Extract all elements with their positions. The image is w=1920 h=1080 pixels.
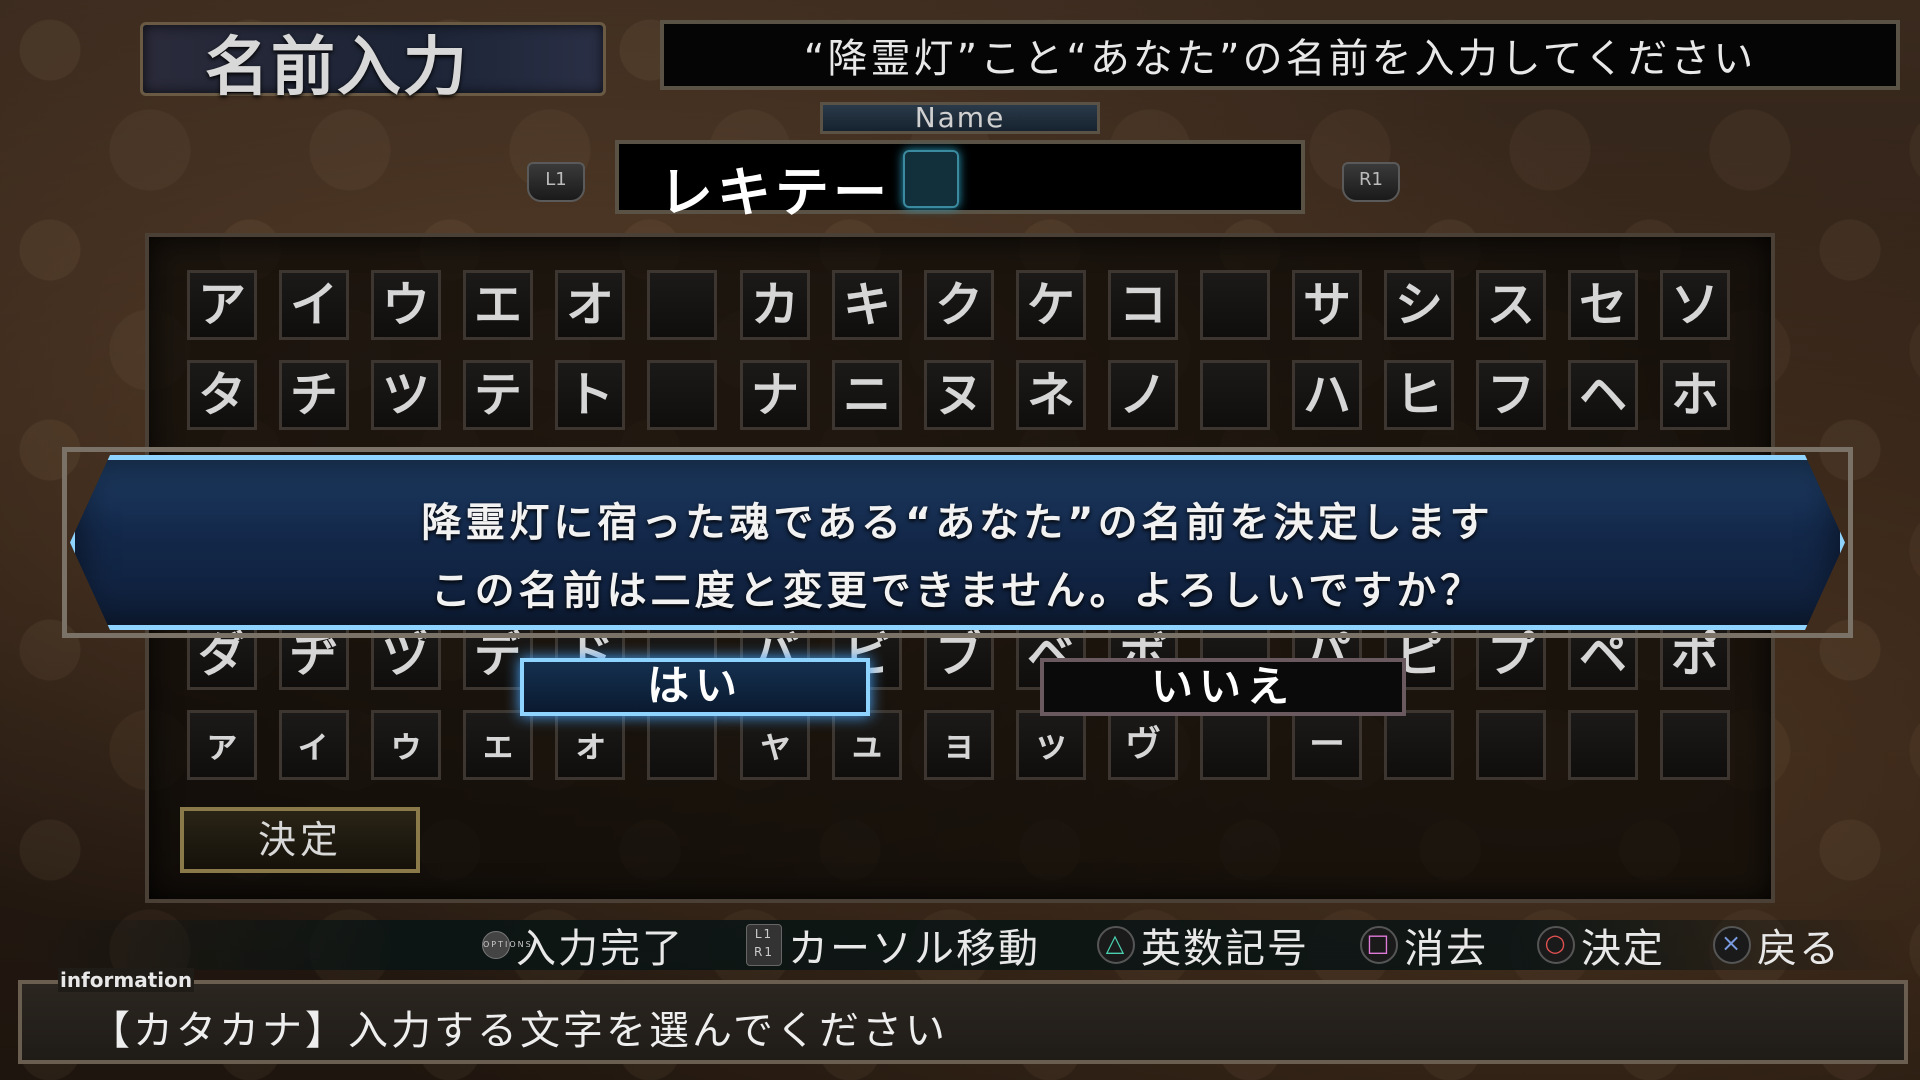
key-1-8[interactable]: ヌ bbox=[924, 360, 994, 430]
key-3-7[interactable]: ュ bbox=[832, 710, 902, 780]
control-alnum: △ 英数記号 bbox=[1097, 920, 1309, 972]
information-text: 【カタカナ】入力する文字を選んでください bbox=[90, 1008, 948, 1054]
instruction-text: “降霊灯”こと“あなた”の名前を入力してください bbox=[803, 36, 1757, 82]
yes-button[interactable]: はい bbox=[520, 658, 870, 716]
key-2-8[interactable]: ブ bbox=[924, 620, 994, 690]
control-alnum-label: 英数記号 bbox=[1141, 926, 1309, 972]
confirm-dialog: 降霊灯に宿った魂である“あなた”の名前を決定します この名前は二度と変更できませ… bbox=[70, 455, 1845, 630]
key-1-10[interactable]: ノ bbox=[1108, 360, 1178, 430]
cross-button-icon: × bbox=[1713, 926, 1751, 964]
circle-button-icon: ○ bbox=[1537, 926, 1575, 964]
dialog-message-line2: この名前は二度と変更できません。よろしいですか？ bbox=[430, 568, 1485, 614]
page-title: 名前入力 bbox=[205, 30, 469, 105]
key-1-14[interactable]: フ bbox=[1476, 360, 1546, 430]
control-delete-label: 消去 bbox=[1404, 926, 1488, 972]
name-label: Name bbox=[820, 102, 1100, 134]
control-back: × 戻る bbox=[1713, 920, 1841, 972]
triangle-button-icon: △ bbox=[1097, 926, 1135, 964]
name-input[interactable]: レキテー bbox=[615, 140, 1305, 224]
key-3-2[interactable]: ゥ bbox=[371, 710, 441, 780]
control-delete: □ 消去 bbox=[1360, 920, 1488, 972]
control-decide: ○ 決定 bbox=[1537, 920, 1665, 972]
key-2-15[interactable]: ペ bbox=[1568, 620, 1638, 690]
key-0-11[interactable] bbox=[1200, 270, 1270, 340]
control-cursor-move-label: カーソル移動 bbox=[788, 926, 1040, 972]
key-0-13[interactable]: シ bbox=[1384, 270, 1454, 340]
square-button-icon: □ bbox=[1360, 926, 1398, 964]
key-0-8[interactable]: ク bbox=[924, 270, 994, 340]
key-0-12[interactable]: サ bbox=[1292, 270, 1362, 340]
key-0-3[interactable]: エ bbox=[463, 270, 533, 340]
options-button-icon: OPTIONS bbox=[482, 931, 531, 959]
key-1-6[interactable]: ナ bbox=[740, 360, 810, 430]
key-1-7[interactable]: ニ bbox=[832, 360, 902, 430]
key-2-16[interactable]: ポ bbox=[1660, 620, 1730, 690]
key-3-3[interactable]: ェ bbox=[463, 710, 533, 780]
key-1-9[interactable]: ネ bbox=[1016, 360, 1086, 430]
key-0-9[interactable]: ケ bbox=[1016, 270, 1086, 340]
key-0-0[interactable]: ア bbox=[187, 270, 257, 340]
no-button[interactable]: いいえ bbox=[1040, 658, 1406, 716]
key-0-6[interactable]: カ bbox=[740, 270, 810, 340]
control-finish-label: 入力完了 bbox=[516, 926, 684, 972]
instruction-bar: “降霊灯”こと“あなた”の名前を入力してください bbox=[660, 20, 1900, 90]
text-cursor bbox=[903, 150, 959, 208]
key-3-8[interactable]: ョ bbox=[924, 710, 994, 780]
key-3-13[interactable] bbox=[1384, 710, 1454, 780]
key-3-6[interactable]: ャ bbox=[740, 710, 810, 780]
key-1-4[interactable]: ト bbox=[555, 360, 625, 430]
r1-button-icon[interactable]: R1 bbox=[1342, 162, 1400, 202]
key-3-10[interactable]: ヴ bbox=[1108, 710, 1178, 780]
key-3-14[interactable] bbox=[1476, 710, 1546, 780]
key-2-2[interactable]: ヅ bbox=[371, 620, 441, 690]
control-finish: OPTIONS 入力完了 bbox=[482, 920, 684, 972]
key-1-2[interactable]: ツ bbox=[371, 360, 441, 430]
key-0-5[interactable] bbox=[647, 270, 717, 340]
key-0-1[interactable]: イ bbox=[279, 270, 349, 340]
key-3-12[interactable]: ー bbox=[1292, 710, 1362, 780]
key-3-16[interactable] bbox=[1660, 710, 1730, 780]
key-0-14[interactable]: ス bbox=[1476, 270, 1546, 340]
key-1-13[interactable]: ヒ bbox=[1384, 360, 1454, 430]
information-label: information bbox=[58, 968, 195, 992]
key-3-4[interactable]: ォ bbox=[555, 710, 625, 780]
key-0-2[interactable]: ウ bbox=[371, 270, 441, 340]
key-3-15[interactable] bbox=[1568, 710, 1638, 780]
key-3-5[interactable] bbox=[647, 710, 717, 780]
key-0-10[interactable]: コ bbox=[1108, 270, 1178, 340]
key-0-16[interactable]: ソ bbox=[1660, 270, 1730, 340]
key-1-3[interactable]: テ bbox=[463, 360, 533, 430]
control-decide-label: 決定 bbox=[1581, 926, 1665, 972]
key-3-9[interactable]: ッ bbox=[1016, 710, 1086, 780]
key-1-16[interactable]: ホ bbox=[1660, 360, 1730, 430]
key-1-5[interactable] bbox=[647, 360, 717, 430]
l1-r1-button-icon: L1 R1 bbox=[746, 924, 782, 966]
key-2-14[interactable]: プ bbox=[1476, 620, 1546, 690]
key-2-0[interactable]: ダ bbox=[187, 620, 257, 690]
dialog-message-line1: 降霊灯に宿った魂である“あなた”の名前を決定します bbox=[421, 500, 1494, 546]
key-1-1[interactable]: チ bbox=[279, 360, 349, 430]
confirm-key[interactable]: 決定 bbox=[180, 807, 420, 873]
key-0-7[interactable]: キ bbox=[832, 270, 902, 340]
control-back-label: 戻る bbox=[1757, 926, 1841, 972]
name-value: レキテー bbox=[659, 161, 891, 224]
key-3-1[interactable]: ィ bbox=[279, 710, 349, 780]
control-cursor-move: L1 R1 カーソル移動 bbox=[746, 920, 1040, 972]
l1-button-icon[interactable]: L1 bbox=[527, 162, 585, 202]
key-1-0[interactable]: タ bbox=[187, 360, 257, 430]
key-0-4[interactable]: オ bbox=[555, 270, 625, 340]
key-1-12[interactable]: ハ bbox=[1292, 360, 1362, 430]
key-3-0[interactable]: ァ bbox=[187, 710, 257, 780]
key-1-11[interactable] bbox=[1200, 360, 1270, 430]
key-0-15[interactable]: セ bbox=[1568, 270, 1638, 340]
key-3-11[interactable] bbox=[1200, 710, 1270, 780]
key-2-1[interactable]: ヂ bbox=[279, 620, 349, 690]
key-1-15[interactable]: ヘ bbox=[1568, 360, 1638, 430]
